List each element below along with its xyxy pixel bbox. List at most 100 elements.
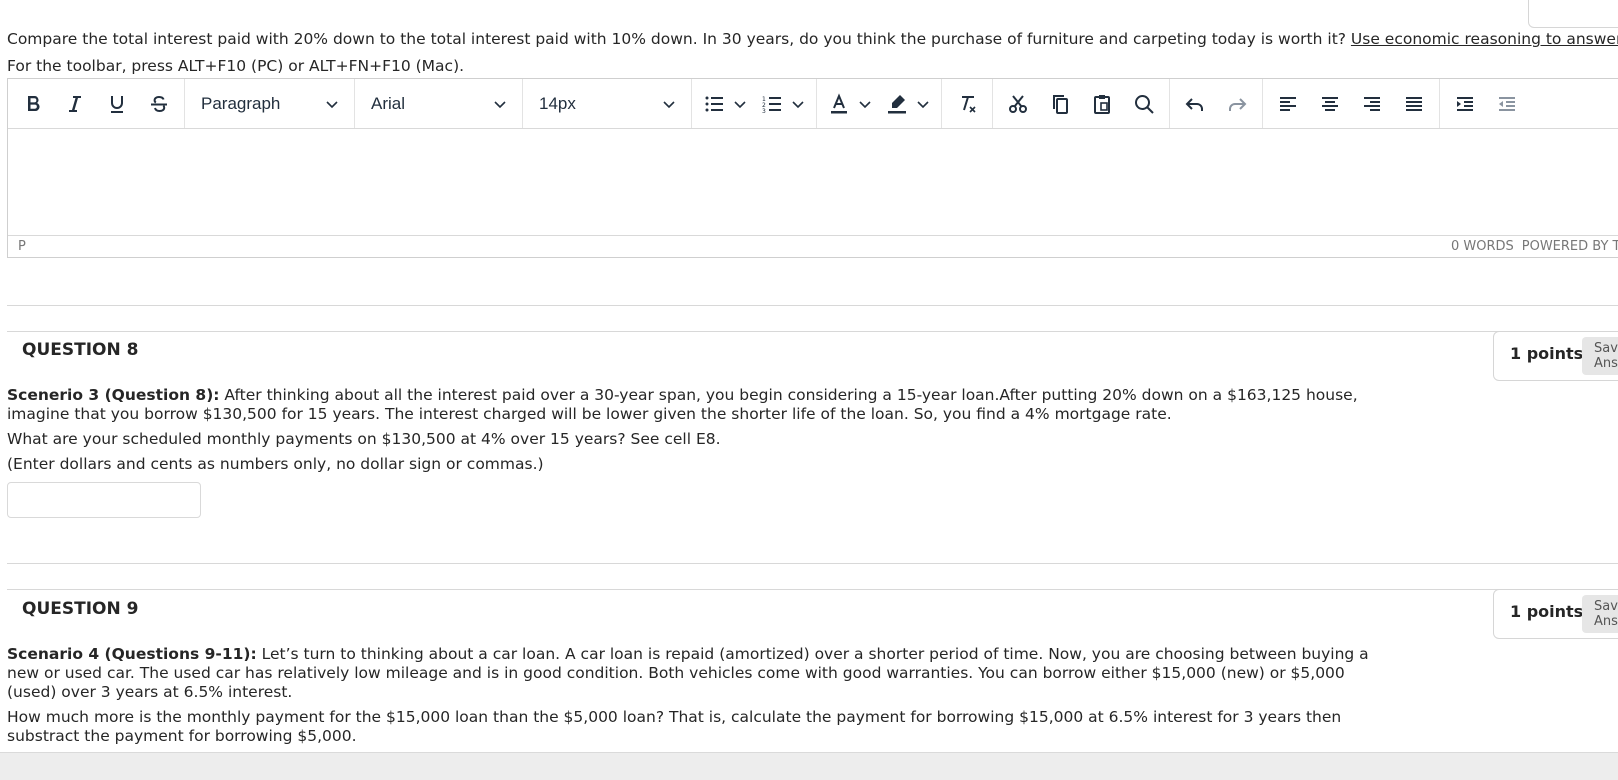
block-format-value: Paragraph xyxy=(201,93,281,113)
font-size-value: 14px xyxy=(539,93,576,113)
italic-button[interactable] xyxy=(54,79,96,128)
section-divider xyxy=(7,305,1618,306)
outdent-icon xyxy=(1499,96,1515,111)
editor-toolbar: Paragraph Arial 14px 123 xyxy=(8,79,1618,129)
list-group: 123 xyxy=(692,79,817,128)
cut-button[interactable] xyxy=(997,79,1039,128)
underline-icon xyxy=(111,95,123,113)
text-color-button[interactable] xyxy=(821,79,879,128)
chevron-down-icon xyxy=(917,100,929,108)
scissors-icon xyxy=(1009,94,1027,113)
editor-statusbar: P 0 WORDS POWERED BY TINY xyxy=(8,235,1618,257)
outdent-button[interactable] xyxy=(1486,79,1528,128)
alignment-group xyxy=(1263,79,1440,128)
question-9-scenario-line-3: (used) over 3 years at 6.5% interest. xyxy=(7,683,293,701)
question-7-prompt: Compare the total interest paid with 20%… xyxy=(7,30,1618,48)
bold-button[interactable] xyxy=(12,79,54,128)
format-group xyxy=(8,79,185,128)
chevron-down-icon xyxy=(734,100,746,108)
toolbar-hint: For the toolbar, press ALT+F10 (PC) or A… xyxy=(7,57,465,75)
highlight-color-button[interactable] xyxy=(879,79,937,128)
undo-icon xyxy=(1185,97,1203,111)
question-8-scenario-line-2: imagine that you borrow $130,500 for 15 … xyxy=(7,405,1172,423)
clear-formatting-button[interactable] xyxy=(946,79,988,128)
section-divider xyxy=(7,589,1618,590)
highlight-pen-icon xyxy=(888,94,906,113)
section-divider xyxy=(7,331,1618,332)
justify-icon xyxy=(1406,96,1422,111)
bold-icon xyxy=(28,95,40,111)
question-8-title: QUESTION 8 xyxy=(22,340,139,360)
word-count[interactable]: 0 WORDS xyxy=(1451,239,1514,254)
chevron-down-icon xyxy=(663,100,675,108)
align-left-button[interactable] xyxy=(1267,79,1309,128)
bullet-list-button[interactable] xyxy=(696,79,754,128)
question-9-title: QUESTION 9 xyxy=(22,599,139,619)
question-7-prompt-text: Compare the total interest paid with 20%… xyxy=(7,30,1351,48)
paste-button[interactable] xyxy=(1081,79,1123,128)
color-group xyxy=(817,79,942,128)
question-8-points-box: 1 points Save Answer xyxy=(1493,331,1618,381)
chevron-down-icon xyxy=(859,100,871,108)
indent-icon xyxy=(1457,96,1473,111)
copy-icon xyxy=(1053,94,1068,114)
clipboard-group xyxy=(993,79,1170,128)
svg-text:3: 3 xyxy=(762,108,766,115)
powered-by-link[interactable]: POWERED BY TINY xyxy=(1522,239,1618,254)
question-8-answer-input[interactable] xyxy=(7,482,201,518)
chevron-down-icon xyxy=(792,100,804,108)
align-center-button[interactable] xyxy=(1309,79,1351,128)
align-left-icon xyxy=(1280,96,1296,111)
question-8-save-button[interactable]: Save Answer xyxy=(1582,337,1618,375)
numbered-list-button[interactable]: 123 xyxy=(754,79,812,128)
clear-format-group xyxy=(942,79,993,128)
font-family-value: Arial xyxy=(371,93,406,113)
block-format-select[interactable]: Paragraph xyxy=(185,79,355,128)
question-8-scenario-line-1: Scenerio 3 (Question 8): After thinking … xyxy=(7,386,1358,404)
indent-group xyxy=(1440,79,1532,128)
find-replace-button[interactable] xyxy=(1123,79,1165,128)
history-group xyxy=(1170,79,1263,128)
align-center-icon xyxy=(1322,96,1338,111)
statusbar-right: 0 WORDS POWERED BY TINY xyxy=(1451,239,1618,254)
redo-button[interactable] xyxy=(1216,79,1258,128)
underline-button[interactable] xyxy=(96,79,138,128)
indent-button[interactable] xyxy=(1444,79,1486,128)
question-8-scenario-label: Scenerio 3 (Question 8): xyxy=(7,386,220,404)
editor-content-area[interactable] xyxy=(8,128,1618,236)
question-8-question: What are your scheduled monthly payments… xyxy=(7,430,721,448)
strikethrough-icon xyxy=(151,95,167,112)
question-7-points-box xyxy=(1528,0,1618,28)
justify-button[interactable] xyxy=(1393,79,1435,128)
strikethrough-button[interactable] xyxy=(138,79,180,128)
clear-formatting-icon xyxy=(962,95,976,113)
numbered-list-icon: 123 xyxy=(762,96,781,115)
question-9-scenario-line-1: Scenario 4 (Questions 9-11): Let’s turn … xyxy=(7,645,1369,663)
rich-text-editor: Paragraph Arial 14px 123 P 0 WORDS POWER… xyxy=(7,78,1618,258)
question-9-scenario-text-1: Let’s turn to thinking about a car loan.… xyxy=(256,645,1369,663)
align-right-icon xyxy=(1364,96,1380,111)
copy-button[interactable] xyxy=(1039,79,1081,128)
clipboard-icon xyxy=(1094,94,1110,114)
align-right-button[interactable] xyxy=(1351,79,1393,128)
economic-reasoning-link[interactable]: Use economic reasoning to answer. xyxy=(1351,30,1618,48)
question-9-points-box: 1 points Save Answer xyxy=(1493,589,1618,639)
bottom-action-bar xyxy=(0,752,1618,780)
element-path[interactable]: P xyxy=(8,239,26,254)
question-8-points: 1 points xyxy=(1510,344,1584,363)
question-9-scenario-label: Scenario 4 (Questions 9-11): xyxy=(7,645,257,663)
chevron-down-icon xyxy=(494,100,506,108)
search-icon xyxy=(1135,94,1154,114)
question-8-scenario-text-1: After thinking about all the interest pa… xyxy=(219,386,1358,404)
undo-button[interactable] xyxy=(1174,79,1216,128)
font-family-select[interactable]: Arial xyxy=(355,79,523,128)
font-size-select[interactable]: 14px xyxy=(523,79,692,128)
italic-icon xyxy=(69,95,81,112)
question-9-scenario-line-2: new or used car. The used car has relati… xyxy=(7,664,1345,682)
chevron-down-icon xyxy=(326,100,338,108)
bullet-list-icon xyxy=(705,96,723,111)
question-8-instruction: (Enter dollars and cents as numbers only… xyxy=(7,455,544,473)
question-9-save-button[interactable]: Save Answer xyxy=(1582,595,1618,633)
text-color-icon xyxy=(831,92,847,113)
question-9-points: 1 points xyxy=(1510,602,1584,621)
